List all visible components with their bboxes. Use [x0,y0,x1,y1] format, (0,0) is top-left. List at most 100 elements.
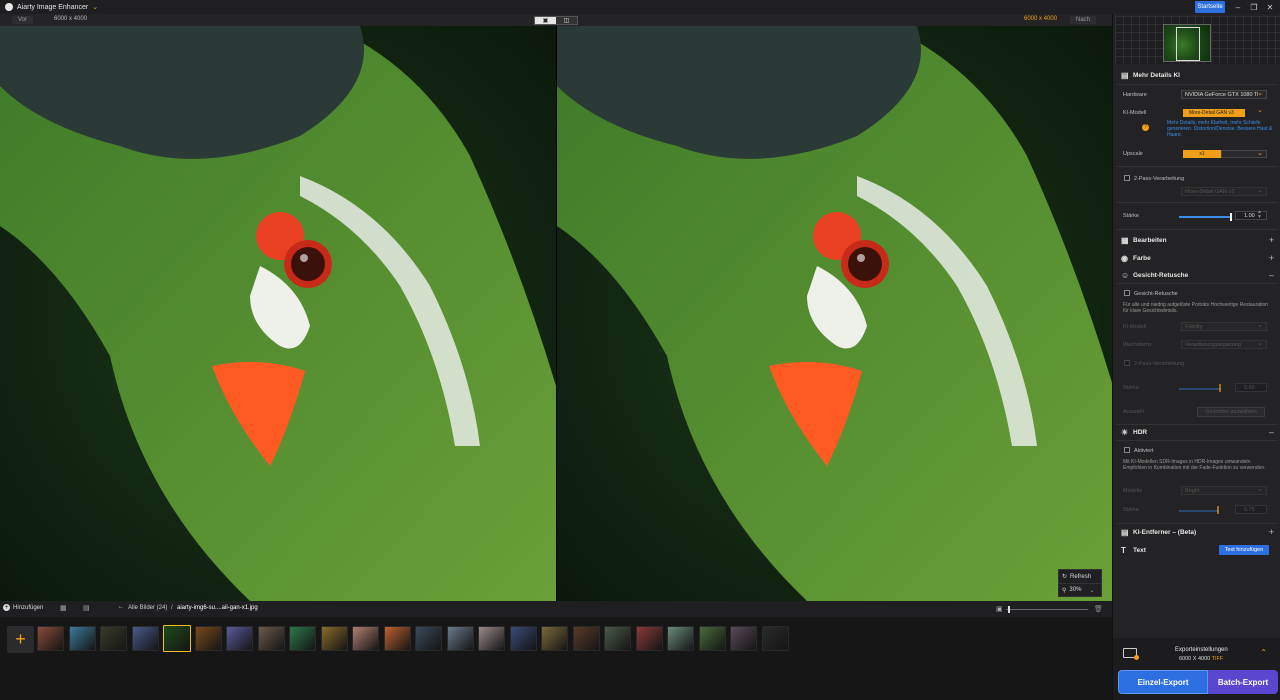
filmstrip-thumbnail[interactable] [509,626,537,651]
batch-export-button[interactable]: Batch-Export [1208,670,1278,694]
face-strength-input[interactable]: 0.80 [1235,383,1267,392]
bottom-bar: + Hinzufügen ▦ ▤ ← Alle Bilder (24) / aia… [0,601,1112,617]
filmstrip: + [0,617,1112,700]
strength-slider[interactable] [1179,216,1231,218]
filmstrip-thumbnail[interactable] [383,626,411,651]
face-checkbox-label: Gesicht-Retusche [1134,291,1178,297]
stepper-icon[interactable]: ▲ ▼ [1257,210,1262,220]
section-bearbeiten[interactable]: ▦ Bearbeiten + [1113,233,1280,247]
face-model-select[interactable]: Fidelity ⌄ [1181,322,1267,331]
image-viewer[interactable]: ↻ Refresh ⚲ 30% ⌄ [0,26,1112,601]
model-select[interactable]: More-Detail GAN v3 [1183,109,1245,117]
filmstrip-thumbnail[interactable] [572,626,600,651]
export-settings[interactable]: Exporteinstellungen 6000 X 4000 TIFF ⌃ [1117,642,1277,666]
expand-icon[interactable]: + [1269,253,1274,263]
expand-icon[interactable]: + [1269,527,1274,537]
add-image-button[interactable]: + [7,626,34,653]
hardware-select[interactable]: NVIDIA GeForce GTX 1080 Ti ⌄ [1181,90,1267,99]
minimize-icon[interactable]: – [1231,1,1245,13]
collapse-icon[interactable]: – [1269,270,1274,280]
filmstrip-thumbnail[interactable] [761,626,789,651]
face-two-pass-label: 2-Pass-Verarbeitung [1134,361,1185,367]
list-view-icon[interactable]: ▤ [83,605,93,612]
add-text-button[interactable]: Text hinzufügen [1219,545,1269,555]
back-arrow-icon[interactable]: ← [118,604,124,610]
section-mehr-details[interactable]: ▤ Mehr Details KI [1113,68,1280,82]
filmstrip-thumbnail[interactable] [289,626,316,651]
filmstrip-thumbnail[interactable] [100,626,127,651]
strength-slider-handle[interactable] [1230,213,1232,221]
add-images-button[interactable]: + Hinzufügen [3,604,43,611]
navigator-viewport[interactable] [1176,27,1200,61]
hdr-strength-input[interactable]: 0.75 [1235,505,1267,514]
filmstrip-thumbnail[interactable] [226,626,253,651]
filmstrip-thumbnail[interactable] [163,625,191,652]
section-gesicht[interactable]: ☺ Gesicht-Retusche – [1113,268,1280,282]
filmstrip-thumbnail[interactable] [131,626,159,651]
section-farbe[interactable]: ◉ Farbe + [1113,251,1280,265]
filmstrip-thumbnail[interactable] [604,626,631,651]
filmstrip-thumbnail[interactable] [352,626,379,651]
filmstrip-thumbnail[interactable] [730,626,757,651]
close-icon[interactable]: ✕ [1263,1,1277,13]
zoom-select[interactable]: ⚲ 30% ⌄ [1059,583,1101,596]
section-title: Mehr Details KI [1133,71,1180,79]
split-view-icon[interactable]: ▣ [535,17,556,24]
filmstrip-thumbnail[interactable] [415,626,442,651]
expand-icon[interactable]: + [1269,235,1274,245]
hdr-checkbox[interactable] [1124,447,1130,453]
filmstrip-thumbnail[interactable] [68,626,96,651]
before-image[interactable] [0,26,556,601]
filmstrip-thumbnail[interactable] [37,626,64,651]
chevron-down-icon[interactable]: ⌄ [92,3,98,11]
face-mode-select[interactable]: Verwitterungslegierung ⌄ [1181,340,1267,349]
collapse-icon[interactable]: – [1269,427,1274,437]
start-button[interactable]: Startseite [1195,1,1225,13]
hdr-strength-handle[interactable] [1217,506,1219,514]
filmstrip-thumbnail[interactable] [320,626,348,651]
hdr-mode-value: Bright [1185,488,1200,494]
filmstrip-thumbnail[interactable] [194,626,222,651]
grid-view-icon[interactable]: ▦ [60,605,70,612]
chevron-up-icon[interactable]: ⌃ [1260,648,1267,657]
strength-input[interactable]: 1.00 [1235,211,1267,220]
after-resolution: 6000 x 4000 [1024,16,1058,22]
face-two-pass-checkbox[interactable] [1124,360,1130,366]
filmstrip-thumbnail[interactable] [478,626,505,651]
breadcrumb-all-images[interactable]: Alle Bilder (24) [128,605,167,611]
thumbnail-size-slider[interactable] [1006,609,1088,610]
help-icon[interactable]: ? [1142,124,1149,131]
filmstrip-thumbnail[interactable] [446,626,474,651]
filmstrip-thumbnail[interactable] [257,626,285,651]
face-strength-slider[interactable] [1179,388,1221,390]
chevron-down-icon[interactable]: ⌄ [1257,106,1263,114]
section-entferner[interactable]: ▤ KI-Entferner – (Beta) + [1113,525,1280,539]
hdr-mode-select[interactable]: Bright ⌄ [1181,486,1267,495]
section-title: Bearbeiten [1133,236,1167,244]
face-checkbox[interactable] [1124,290,1130,296]
face-strength-handle[interactable] [1219,384,1221,392]
two-pass-checkbox[interactable] [1124,175,1130,181]
after-image[interactable] [557,26,1112,601]
refresh-label: Refresh [1070,573,1092,580]
upscale-dropdown[interactable]: ⌄ [1221,150,1267,158]
refresh-button[interactable]: ↻ Refresh [1059,570,1101,583]
filmstrip-thumbnail[interactable] [541,626,568,651]
upscale-select[interactable]: x1 [1183,150,1221,158]
section-hdr[interactable]: ☀ HDR – [1113,425,1280,439]
side-by-side-icon[interactable]: ◫ [556,17,577,24]
filmstrip-thumbnail[interactable] [667,626,694,651]
trash-icon[interactable]: 🗑 [1094,605,1103,613]
breadcrumb-filename: aiarty-img6-su....ail-gan-x1.jpg [177,605,258,611]
filmstrip-thumbnail[interactable] [698,626,726,651]
two-pass-select[interactable]: More-Detail GAN v3 ⌄ [1181,187,1267,196]
filmstrip-thumbnail[interactable] [635,626,663,651]
maximize-icon[interactable]: ❐ [1247,1,1261,13]
breadcrumb-separator: / [171,605,173,611]
compare-mode-toggle[interactable]: ▣ ◫ [534,16,578,25]
select-faces-button[interactable]: Gesichter auswählen [1197,407,1265,417]
navigator-thumbnail[interactable] [1163,24,1211,62]
single-export-button[interactable]: Einzel-Export [1118,670,1208,694]
thumbnail-size-handle[interactable] [1008,606,1010,613]
hdr-strength-slider[interactable] [1179,510,1219,512]
